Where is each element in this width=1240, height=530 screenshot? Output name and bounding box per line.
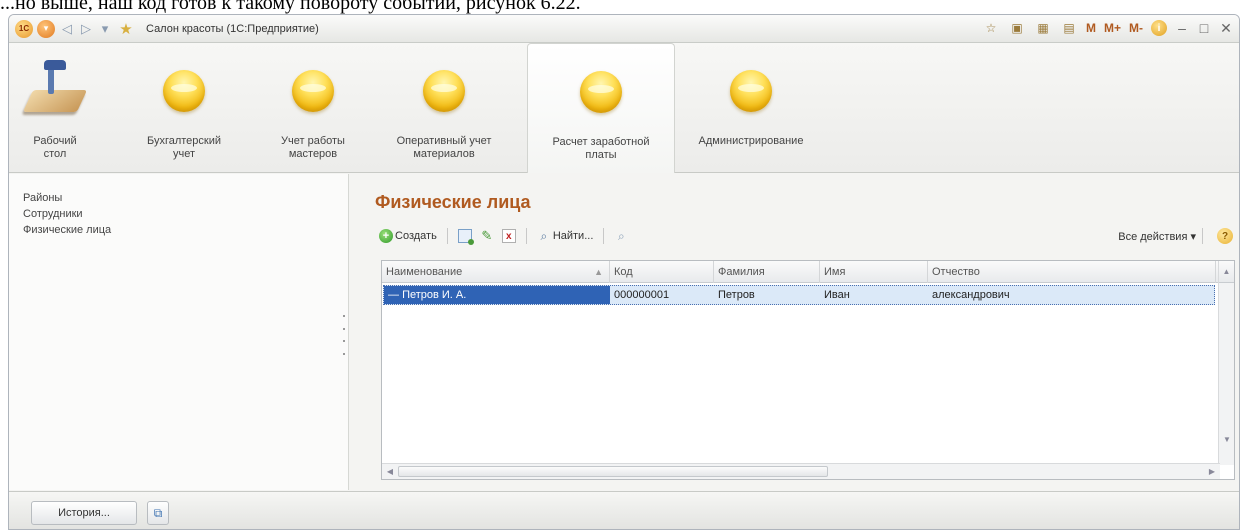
section-label: Оперативный учет материалов <box>396 135 492 160</box>
favorites-add-icon[interactable]: ☆ <box>982 19 1000 37</box>
table-cell-first-name: Иван <box>824 289 850 301</box>
all-actions-menu[interactable]: Все действия ▾ <box>1118 230 1196 243</box>
section-payroll[interactable]: Расчет заработной платы <box>527 43 675 173</box>
sort-ascending-icon: ▲ <box>594 267 603 277</box>
table-cell-patronymic: александрович <box>932 289 1010 301</box>
section-orb-icon <box>163 70 205 112</box>
copy-button[interactable] <box>454 225 476 247</box>
horizontal-scroll-thumb[interactable] <box>398 466 828 477</box>
section-orb-icon <box>292 70 334 112</box>
column-header-name[interactable]: Наименование ▲ <box>382 261 610 283</box>
main-content: Физические лица + Создать ✎ x ⌕ Найти... <box>365 174 1235 490</box>
search-icon: ⌕ <box>540 228 548 243</box>
panel-splitter-handle[interactable] <box>343 315 347 355</box>
toolbar-divider <box>525 228 527 244</box>
command-bar: + Создать ✎ x ⌕ Найти... ⌕ Все действия … <box>375 224 1233 248</box>
table-header: Наименование ▲ Код Фамилия Имя Отчество … <box>382 261 1234 283</box>
toolbar-divider <box>603 228 605 244</box>
cancel-search-icon: ⌕ <box>618 228 625 243</box>
section-label: Расчет заработной платы <box>552 136 650 161</box>
scroll-left-arrow-icon[interactable]: ◀ <box>382 464 398 480</box>
messages-icon: ⧉ <box>153 505 163 520</box>
scroll-down-arrow-icon[interactable]: ▼ <box>1219 433 1235 447</box>
document-text-line: ...но выше, наш код готов к такому повор… <box>0 0 581 14</box>
sidebar-item-employees[interactable]: Сотрудники <box>23 206 348 222</box>
section-label: Учет работы мастеров <box>281 135 345 160</box>
main-menu-icon[interactable]: ▾ <box>37 19 55 38</box>
pencil-icon: ✎ <box>481 228 493 243</box>
title-bar-tools: ☆ ▣ ▦ ▤ M M+ M- i – □ ✕ <box>982 19 1233 37</box>
sidebar-item-individuals[interactable]: Физические лица <box>23 222 348 238</box>
horizontal-scrollbar[interactable]: ◀ ▶ <box>382 463 1220 479</box>
status-bar: История... ⧉ <box>9 491 1239 529</box>
column-header-surname[interactable]: Фамилия <box>714 261 820 283</box>
favorites-star-icon[interactable]: ★ <box>116 20 136 38</box>
section-accounting[interactable]: Бухгалтерский учет <box>139 43 229 173</box>
info-icon[interactable]: i <box>1151 20 1167 36</box>
table-cell-name: — Петров И. А. <box>384 286 610 304</box>
column-header-patronymic[interactable]: Отчество <box>928 261 1216 283</box>
find-button-label: Найти... <box>552 230 594 242</box>
section-label: Администрирование <box>698 135 804 147</box>
individuals-table: Наименование ▲ Код Фамилия Имя Отчество … <box>381 260 1235 480</box>
back-arrow-icon[interactable]: ◁ <box>59 20 75 38</box>
table-cell-code: 000000001 <box>614 289 670 301</box>
title-bar: 1С ▾ ◁ ▷ ▾ ★ Салон красоты (1С:Предприят… <box>9 15 1239 43</box>
find-button[interactable]: ⌕ Найти... <box>533 225 598 247</box>
scroll-up-arrow-icon[interactable]: ▲ <box>1218 261 1234 283</box>
column-header-code[interactable]: Код <box>610 261 714 283</box>
section-orb-icon <box>423 70 465 112</box>
section-label: Бухгалтерский учет <box>146 135 222 160</box>
window-title: Салон красоты (1С:Предприятие) <box>146 22 319 35</box>
minimize-icon[interactable]: – <box>1175 20 1189 36</box>
history-icon[interactable]: ▣ <box>1008 19 1026 37</box>
history-dropdown-icon[interactable]: ▾ <box>97 20 113 38</box>
calculator-icon[interactable]: ▦ <box>1034 19 1052 37</box>
navigation-sidebar: Районы Сотрудники Физические лица <box>9 174 349 490</box>
section-masters[interactable]: Учет работы мастеров <box>277 43 349 173</box>
app-window: 1С ▾ ◁ ▷ ▾ ★ Салон красоты (1С:Предприят… <box>8 14 1240 530</box>
messages-window-button[interactable]: ⧉ <box>147 501 169 525</box>
forward-arrow-icon[interactable]: ▷ <box>78 20 94 38</box>
edit-button[interactable]: ✎ <box>476 225 498 247</box>
table-cell-surname: Петров <box>718 289 755 301</box>
app-logo-icon[interactable]: 1С <box>15 19 33 38</box>
table-row[interactable]: — Петров И. А. 000000001 Петров Иван але… <box>383 285 1215 305</box>
close-icon[interactable]: ✕ <box>1219 20 1233 37</box>
vertical-scrollbar[interactable]: ▼ <box>1218 283 1234 465</box>
toolbar-divider <box>1202 228 1203 244</box>
memory-m-button[interactable]: M <box>1086 21 1096 35</box>
section-administration[interactable]: Администрирование <box>681 43 821 173</box>
group-collapse-icon: — <box>388 289 403 301</box>
maximize-icon[interactable]: □ <box>1197 20 1211 36</box>
toolbar-divider <box>446 228 448 244</box>
calendar-icon[interactable]: ▤ <box>1060 19 1078 37</box>
delete-mark-button[interactable]: x <box>498 225 520 247</box>
cancel-search-button[interactable]: ⌕ <box>610 225 632 247</box>
section-label: Рабочий стол <box>33 135 77 160</box>
section-panel: Рабочий стол Бухгалтерский учет Учет раб… <box>9 43 1239 173</box>
desktop-icon <box>22 60 88 122</box>
history-button[interactable]: История... <box>31 501 137 525</box>
memory-minus-button[interactable]: M- <box>1129 21 1143 35</box>
help-icon[interactable]: ? <box>1217 228 1233 244</box>
section-desktop[interactable]: Рабочий стол <box>19 43 91 173</box>
create-button[interactable]: + Создать <box>375 225 441 247</box>
sidebar-item-districts[interactable]: Районы <box>23 190 348 206</box>
create-plus-icon: + <box>379 229 393 243</box>
page-title: Физические лица <box>375 192 531 212</box>
delete-mark-icon: x <box>501 229 516 243</box>
memory-plus-button[interactable]: M+ <box>1104 21 1121 35</box>
section-materials[interactable]: Оперативный учет материалов <box>393 43 495 173</box>
scroll-right-arrow-icon[interactable]: ▶ <box>1204 464 1220 480</box>
section-orb-icon <box>730 70 772 112</box>
create-button-label: Создать <box>395 230 437 242</box>
copy-icon <box>457 229 474 245</box>
column-header-first-name[interactable]: Имя <box>820 261 928 283</box>
section-orb-icon <box>580 71 622 113</box>
